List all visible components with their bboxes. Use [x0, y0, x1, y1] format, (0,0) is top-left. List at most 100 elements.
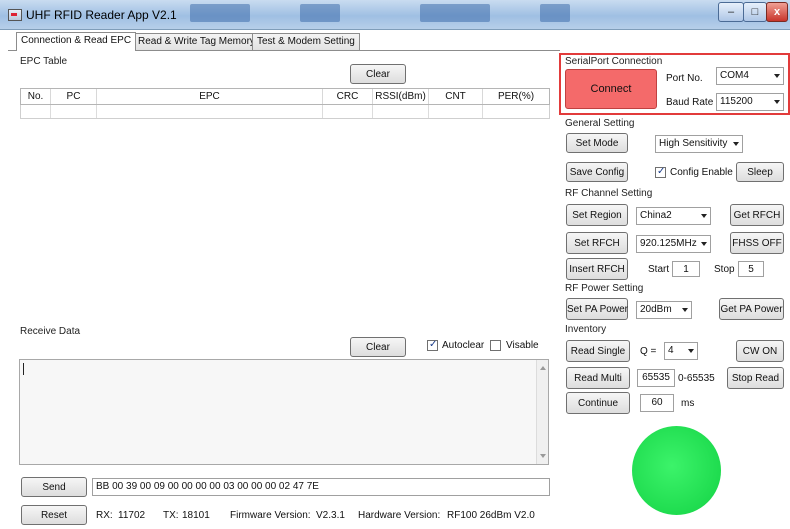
chevron-down-icon	[701, 214, 707, 218]
hardware-label: Hardware Version:	[358, 510, 441, 521]
column-header-epc: EPC	[97, 89, 323, 104]
scroll-up-arrow-icon[interactable]	[540, 366, 546, 370]
column-header-pc: PC	[51, 89, 97, 104]
column-header-cnt: CNT	[429, 89, 483, 104]
close-button[interactable]: x	[766, 2, 788, 22]
receive-data-title: Receive Data	[20, 326, 81, 337]
interval-unit-label: ms	[681, 398, 695, 409]
chevron-down-icon	[682, 308, 688, 312]
table-cell	[373, 105, 429, 118]
chevron-down-icon	[774, 74, 780, 78]
region-select[interactable]: China2	[636, 207, 711, 225]
serialport-title: SerialPort Connection	[565, 56, 663, 67]
app-icon	[8, 9, 22, 21]
port-no-label: Port No.	[666, 73, 703, 84]
get-pa-power-button[interactable]: Get PA Power	[719, 298, 784, 320]
window-title: UHF RFID Reader App V2.1	[26, 8, 177, 22]
stop-read-button[interactable]: Stop Read	[727, 367, 784, 389]
tab-test-modem-setting[interactable]: Test & Modem Setting	[252, 33, 360, 50]
mode-select[interactable]: High Sensitivity	[655, 135, 743, 153]
tab-read-write-tag-memory[interactable]: Read & Write Tag Memory	[133, 33, 260, 50]
table-cell	[323, 105, 373, 118]
read-multi-count-input[interactable]: 65535	[637, 369, 675, 387]
rx-value: 11702	[118, 510, 146, 521]
maximize-button[interactable]: □	[743, 2, 767, 22]
epc-table-header: No. PC EPC CRC RSSI(dBm) CNT PER(%)	[20, 88, 550, 105]
insert-rfch-button[interactable]: Insert RFCH	[566, 258, 628, 280]
baud-rate-value: 115200	[720, 96, 753, 107]
chevron-down-icon	[701, 242, 707, 246]
inventory-title: Inventory	[565, 324, 607, 335]
rf-power-title: RF Power Setting	[565, 283, 644, 294]
stop-channel-input[interactable]: 5	[738, 261, 764, 277]
stop-label: Stop	[714, 264, 735, 275]
get-rfch-button[interactable]: Get RFCH	[730, 204, 784, 226]
visable-checkbox[interactable]	[490, 340, 501, 351]
cw-on-button[interactable]: CW ON	[736, 340, 784, 362]
title-bar-decoration	[420, 4, 490, 22]
tab-connection-read-epc[interactable]: Connection & Read EPC	[16, 32, 137, 51]
general-setting-title: General Setting	[565, 118, 635, 129]
config-enable-label: Config Enable	[670, 167, 733, 178]
rf-channel-title: RF Channel Setting	[565, 188, 653, 199]
table-cell	[21, 105, 51, 118]
fhss-off-button[interactable]: FHSS OFF	[730, 232, 784, 254]
chevron-down-icon	[688, 349, 694, 353]
start-channel-input[interactable]: 1	[672, 261, 700, 277]
q-label: Q =	[640, 346, 657, 357]
set-region-button[interactable]: Set Region	[566, 204, 628, 226]
connect-button[interactable]: Connect	[565, 69, 657, 109]
port-no-select[interactable]: COM4	[716, 67, 784, 85]
set-rfch-button[interactable]: Set RFCH	[566, 232, 628, 254]
start-label: Start	[648, 264, 670, 275]
send-command-input[interactable]: BB 00 39 00 09 00 00 00 00 03 00 00 00 0…	[92, 478, 550, 496]
firmware-label: Firmware Version:	[230, 510, 311, 521]
autoclear-checkbox[interactable]	[427, 339, 438, 351]
title-bar-decoration	[540, 4, 570, 22]
read-single-button[interactable]: Read Single	[566, 340, 630, 362]
autoclear-label: Autoclear	[442, 340, 485, 351]
column-header-rssi: RSSI(dBm)	[373, 89, 429, 104]
title-bar: UHF RFID Reader App V2.1 – □ x	[0, 0, 790, 30]
epc-table-title: EPC Table	[20, 56, 68, 67]
table-row[interactable]	[20, 105, 550, 119]
text-cursor	[23, 363, 24, 375]
q-select[interactable]: 4	[664, 342, 698, 360]
baud-rate-select[interactable]: 115200	[716, 93, 784, 111]
read-multi-button[interactable]: Read Multi	[566, 367, 630, 389]
hardware-value: RF100 26dBm V2.0	[447, 510, 535, 521]
set-pa-power-button[interactable]: Set PA Power	[566, 298, 628, 320]
firmware-value: V2.3.1	[316, 510, 345, 521]
minimize-button[interactable]: –	[718, 2, 744, 22]
pa-power-select[interactable]: 20dBm	[636, 301, 692, 319]
status-light-icon	[632, 426, 721, 515]
sleep-button[interactable]: Sleep	[736, 162, 784, 182]
interval-input[interactable]: 60	[640, 394, 674, 412]
epc-clear-button[interactable]: Clear	[350, 64, 406, 84]
mode-value: High Sensitivity	[659, 138, 728, 149]
reset-button[interactable]: Reset	[21, 505, 87, 525]
send-button[interactable]: Send	[21, 477, 87, 497]
visable-label: Visable	[506, 340, 539, 351]
save-config-button[interactable]: Save Config	[566, 162, 628, 182]
title-bar-decoration	[190, 4, 250, 22]
status-indicator	[628, 422, 725, 519]
table-cell	[429, 105, 483, 118]
pa-power-value: 20dBm	[640, 304, 672, 315]
receive-data-textarea[interactable]	[19, 359, 549, 465]
title-bar-decoration	[300, 4, 340, 22]
receive-scrollbar[interactable]	[536, 360, 548, 464]
scroll-down-arrow-icon[interactable]	[540, 454, 546, 458]
frequency-value: 920.125MHz	[640, 238, 697, 249]
tx-label: TX:	[163, 510, 179, 521]
set-mode-button[interactable]: Set Mode	[566, 133, 628, 153]
receive-clear-button[interactable]: Clear	[350, 337, 406, 357]
column-header-crc: CRC	[323, 89, 373, 104]
frequency-select[interactable]: 920.125MHz	[636, 235, 711, 253]
table-cell	[97, 105, 323, 118]
config-enable-checkbox[interactable]	[655, 166, 666, 178]
column-header-per: PER(%)	[497, 91, 535, 102]
tx-value: 18101	[182, 510, 210, 521]
column-header-no: No.	[21, 89, 51, 104]
continue-button[interactable]: Continue	[566, 392, 630, 414]
